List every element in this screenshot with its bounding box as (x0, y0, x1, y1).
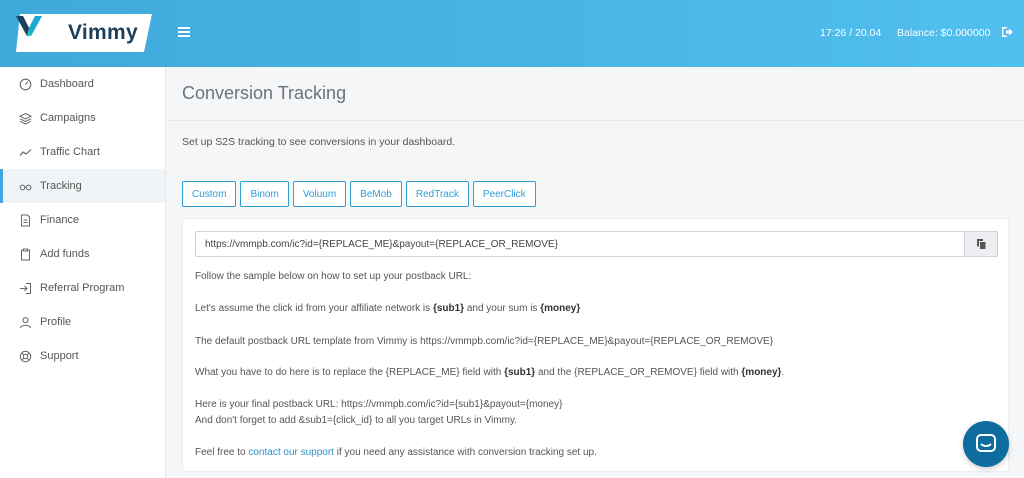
hamburger-menu-icon[interactable] (178, 27, 190, 37)
sidebar-item-label: Dashboard (40, 78, 94, 90)
postback-url-row (195, 231, 998, 257)
header-balance: Balance: $0.000000 (897, 27, 991, 39)
chat-launcher-button[interactable] (963, 421, 1009, 467)
page-subtitle: Set up S2S tracking to see conversions i… (182, 136, 456, 148)
page-title: Conversion Tracking (182, 83, 347, 103)
brand-logo[interactable]: Vimmy (16, 14, 152, 52)
text-segment: What you have to do here is to replace t… (195, 367, 505, 378)
dashboard-icon (19, 78, 32, 91)
chat-icon (976, 434, 996, 452)
text-segment: and your sum is (464, 303, 541, 314)
bold-money: {money} (741, 367, 782, 378)
text-segment: . (781, 367, 785, 378)
header-time: 17:26 / 20.04 (820, 27, 882, 39)
tracker-tabs: Custom Binom Voluum BeMob RedTrack PeerC… (182, 181, 540, 207)
instructions-replace: What you have to do here is to replace t… (195, 367, 784, 378)
sidebar-item-label: Add funds (40, 248, 90, 260)
text-segment: Feel free to (195, 447, 249, 458)
bold-money: {money} (540, 303, 581, 314)
glasses-icon (19, 180, 32, 193)
brand-name: Vimmy (68, 21, 138, 44)
instructions-default-template: The default postback URL template from V… (195, 336, 774, 347)
text-segment: if you need any assistance with conversi… (333, 447, 597, 458)
sidebar-item-dashboard[interactable]: Dashboard (0, 67, 165, 101)
instructions-assume: Let's assume the click id from your affi… (195, 303, 580, 314)
sidebar-item-label: Finance (40, 214, 80, 226)
tab-custom[interactable]: Custom (182, 181, 237, 207)
line-chart-icon (19, 146, 32, 159)
tab-voluum[interactable]: Voluum (292, 181, 347, 207)
title-bar: Conversion Tracking (167, 67, 1024, 121)
copy-icon (976, 239, 986, 250)
tab-redtrack[interactable]: RedTrack (405, 181, 469, 207)
user-icon (19, 316, 32, 329)
document-icon (19, 214, 32, 227)
tab-bemob[interactable]: BeMob (350, 181, 402, 207)
sidebar-item-referral-program[interactable]: Referral Program (0, 271, 165, 305)
lifebuoy-icon (19, 350, 32, 363)
bold-sub1: {sub1} (432, 303, 465, 314)
text-segment: and the {REPLACE_OR_REMOVE} field with (535, 367, 742, 378)
sidebar-item-label: Campaigns (40, 112, 96, 124)
instructions-intro: Follow the sample below on how to set up… (195, 271, 472, 282)
sidebar-item-label: Traffic Chart (40, 146, 100, 158)
sidebar-item-label: Referral Program (40, 282, 125, 294)
contact-support-link[interactable]: contact our support (248, 447, 334, 458)
copy-button[interactable] (964, 231, 998, 257)
instructions-final-url: Here is your final postback URL: https:/… (195, 399, 563, 410)
logo-mark-icon (16, 16, 42, 36)
sidebar: Dashboard Campaigns Traffic Chart Tracki… (0, 67, 166, 478)
tracking-panel: Follow the sample below on how to set up… (182, 218, 1009, 472)
logout-icon[interactable] (1001, 26, 1014, 38)
instructions-add-sub: And don't forget to add &sub1={click_id}… (195, 415, 517, 426)
tab-peerclick[interactable]: PeerClick (472, 181, 536, 207)
sidebar-item-label: Tracking (40, 180, 82, 192)
layers-icon (19, 112, 32, 125)
sidebar-item-support[interactable]: Support (0, 339, 165, 373)
text-segment: Let's assume the click id from your affi… (195, 303, 433, 314)
sidebar-item-campaigns[interactable]: Campaigns (0, 101, 165, 135)
sidebar-item-label: Profile (40, 316, 72, 328)
sidebar-item-profile[interactable]: Profile (0, 305, 165, 339)
instructions-support: Feel free to contact our support if you … (195, 447, 597, 458)
sidebar-item-traffic-chart[interactable]: Traffic Chart (0, 135, 165, 169)
clipboard-icon (19, 248, 32, 261)
sidebar-item-label: Support (40, 350, 79, 362)
sign-in-icon (19, 282, 32, 295)
bold-sub1: {sub1} (504, 367, 536, 378)
sidebar-item-add-funds[interactable]: Add funds (0, 237, 165, 271)
sidebar-item-finance[interactable]: Finance (0, 203, 165, 237)
top-header: Vimmy 17:26 / 20.04 Balance: $0.000000 (0, 0, 1024, 67)
tab-binom[interactable]: Binom (240, 181, 289, 207)
postback-url-input[interactable] (195, 231, 964, 257)
sidebar-item-tracking[interactable]: Tracking (0, 169, 165, 203)
